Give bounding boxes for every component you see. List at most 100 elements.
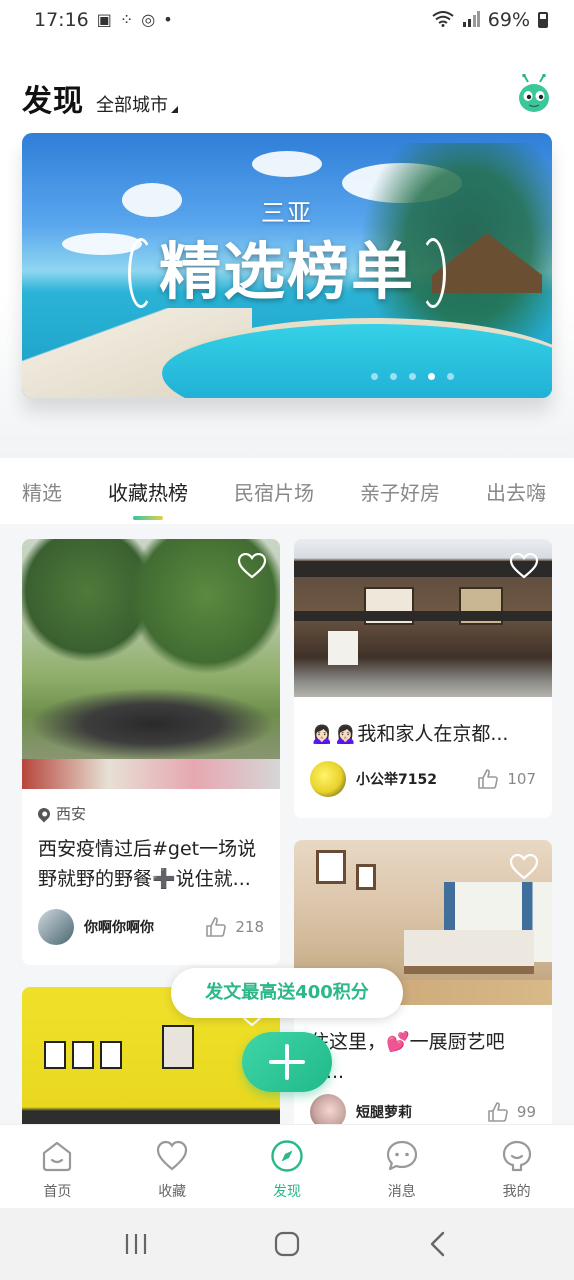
- heart-outline-icon: [157, 1140, 188, 1171]
- nav-discover[interactable]: 发现: [230, 1125, 345, 1208]
- location-pin-icon: [35, 805, 53, 822]
- pagination-dot: [447, 373, 454, 380]
- battery-icon: [538, 12, 548, 28]
- username[interactable]: 你啊你啊你: [84, 917, 154, 937]
- bed-shape: [404, 930, 534, 974]
- avatar[interactable]: [310, 761, 346, 797]
- pagination-dot-active: [428, 373, 435, 380]
- page-header: 发现 全部城市: [22, 76, 178, 120]
- more-notifications-icon: •: [163, 10, 173, 29]
- username[interactable]: 小公举7152: [356, 769, 437, 789]
- nav-home[interactable]: 首页: [0, 1125, 115, 1208]
- card-footer: 你啊你啊你 218: [22, 909, 280, 945]
- top-area: 发现 全部城市 三亚 精选榜单: [0, 40, 574, 458]
- nav-profile[interactable]: 我的: [459, 1125, 574, 1208]
- status-time: 17:16: [34, 9, 89, 31]
- nav-messages[interactable]: 消息: [344, 1125, 459, 1208]
- nav-home-label: 首页: [43, 1184, 72, 1200]
- recent-apps-button[interactable]: [116, 1224, 156, 1264]
- feed-card[interactable]: 西安 西安疫情过后#get一场说野就野的野餐➕说住就... 你啊你啊你 218: [22, 539, 280, 965]
- thumbs-up-icon: [488, 1102, 508, 1122]
- nav-favorites-label: 收藏: [158, 1184, 187, 1200]
- gallery-notification-icon: ▣: [96, 10, 112, 29]
- like-button[interactable]: 218: [205, 916, 264, 938]
- city-selector[interactable]: 全部城市: [96, 91, 178, 117]
- avatar[interactable]: [38, 909, 74, 945]
- card-footer: 短腿萝莉 99: [294, 1094, 552, 1124]
- card-image: [294, 539, 552, 697]
- picnic-blanket: [22, 759, 280, 789]
- card-title: 🙍🏻‍♀️🙍🏻‍♀️我和家人在京都...: [310, 723, 509, 745]
- wifi-icon: [432, 10, 454, 30]
- tab-featured[interactable]: 精选: [22, 477, 62, 506]
- pagination-dot: [371, 373, 378, 380]
- location-label: 西安: [56, 805, 87, 823]
- nav-discover-label: 发现: [272, 1184, 301, 1200]
- picture-frame: [44, 1041, 66, 1069]
- tab-go-out[interactable]: 出去嗨: [486, 477, 546, 506]
- like-count: 218: [235, 918, 264, 936]
- pagination-dot: [409, 373, 416, 380]
- people-group: [32, 689, 272, 759]
- avatar[interactable]: [310, 1094, 346, 1124]
- tab-favorites-hot[interactable]: 收藏热榜: [108, 477, 188, 520]
- picture-frame: [316, 850, 346, 884]
- back-button[interactable]: [418, 1224, 458, 1264]
- like-count: 99: [516, 1103, 536, 1121]
- banner-pagination: [371, 373, 454, 380]
- recent-apps-icon: [125, 1234, 146, 1254]
- bottom-navigation: 首页 收藏 发现 消息 我的: [0, 1124, 574, 1208]
- banner-cloud: [252, 151, 322, 177]
- feed-card[interactable]: 🙍🏻‍♀️🙍🏻‍♀️我和家人在京都... 小公举7152 107: [294, 539, 552, 818]
- page-title: 发现: [22, 84, 84, 119]
- promo-badge[interactable]: 发文最高送400积分: [171, 968, 403, 1018]
- like-button[interactable]: 99: [487, 1101, 536, 1123]
- heart-icon[interactable]: [510, 553, 538, 579]
- heart-icon[interactable]: [238, 553, 266, 579]
- roof-shape: [294, 611, 552, 621]
- create-post-button[interactable]: [242, 1032, 332, 1092]
- compass-icon: [271, 1140, 303, 1172]
- back-chevron-icon: [431, 1231, 445, 1257]
- noren-curtain: [328, 631, 358, 665]
- card-image: [22, 539, 280, 789]
- tab-indicator: [133, 515, 163, 520]
- nav-favorites[interactable]: 收藏: [115, 1125, 230, 1208]
- heart-icon[interactable]: [510, 854, 538, 880]
- home-icon: [43, 1141, 72, 1172]
- caret-down-icon: [171, 106, 178, 113]
- thumbs-up-icon: [206, 917, 227, 937]
- thumbs-up-icon: [478, 769, 499, 789]
- pagination-dot: [390, 373, 397, 380]
- status-bar: 17:16 ▣ ⁘ ◎ • 69%: [0, 0, 574, 40]
- like-button[interactable]: 107: [477, 768, 536, 790]
- app-notification-icon: ◎: [141, 10, 156, 29]
- tab-homestay-film[interactable]: 民宿片场: [234, 477, 314, 506]
- signal-icon: [462, 10, 480, 30]
- banner-title: 精选榜单: [158, 235, 415, 308]
- nav-messages-label: 消息: [387, 1184, 416, 1200]
- battery-percent: 69%: [487, 9, 530, 31]
- system-navigation: [0, 1208, 574, 1280]
- card-title: 西安疫情过后#get一场说野就野的野餐➕说住就...: [38, 838, 257, 890]
- username[interactable]: 短腿萝莉: [356, 1102, 412, 1122]
- like-count: 107: [507, 770, 536, 788]
- picture-frame: [162, 1025, 194, 1069]
- profile-icon: [502, 1140, 531, 1172]
- card-location: 西安: [22, 789, 280, 824]
- category-tabs: 精选 收藏热榜 民宿片场 亲子好房 出去嗨: [0, 458, 574, 524]
- tab-favorites-hot-label: 收藏热榜: [108, 480, 188, 505]
- mascot-icon[interactable]: [516, 74, 552, 114]
- tab-family[interactable]: 亲子好房: [360, 477, 440, 506]
- home-button[interactable]: [267, 1224, 307, 1264]
- home-square-icon: [274, 1231, 300, 1257]
- featured-banner[interactable]: 三亚 精选榜单: [22, 133, 552, 398]
- card-footer: 小公举7152 107: [294, 761, 552, 797]
- picture-frame: [356, 864, 376, 890]
- message-icon: [386, 1140, 417, 1171]
- assistant-notification-icon: ⁘: [119, 10, 134, 29]
- picture-frame: [72, 1041, 94, 1069]
- nav-profile-label: 我的: [502, 1184, 531, 1200]
- plus-icon: [269, 1044, 305, 1080]
- picture-frame: [100, 1041, 122, 1069]
